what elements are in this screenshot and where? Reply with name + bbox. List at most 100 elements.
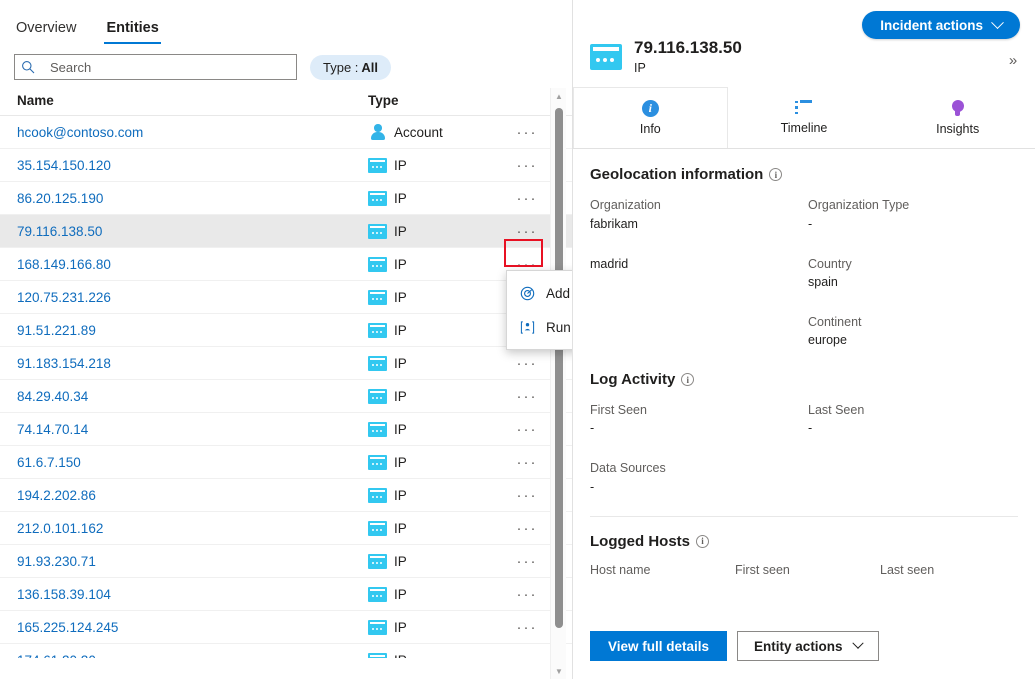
context-menu-item-add-to-ti[interactable]: Add to TI (Preview) [507, 276, 573, 310]
entity-name-link[interactable]: 61.6.7.150 [0, 455, 368, 470]
row-overflow-menu-button[interactable]: ··· [498, 488, 556, 503]
row-overflow-menu-button[interactable]: ··· [498, 455, 556, 470]
row-overflow-menu-button[interactable]: ··· [498, 224, 556, 239]
row-overflow-menu-button[interactable]: ··· [498, 422, 556, 437]
entity-type-label: IP [394, 587, 407, 602]
geolocation-fields: Organization fabrikam Organization Type … [590, 196, 1018, 349]
entity-type-label: IP [394, 224, 407, 239]
field-label: Data Sources [590, 459, 808, 477]
row-overflow-menu-button[interactable]: ··· [498, 389, 556, 404]
table-row[interactable]: 91.93.230.71IP··· [0, 545, 572, 578]
column-header-type[interactable]: Type [368, 93, 498, 108]
type-filter-chip[interactable]: Type : All [310, 55, 391, 80]
entity-name-link[interactable]: 194.2.202.86 [0, 488, 368, 503]
info-tooltip-icon[interactable]: i [681, 373, 694, 386]
field-value: fabrikam [590, 215, 808, 233]
incident-actions-button[interactable]: Incident actions [862, 11, 1020, 39]
row-overflow-menu-button[interactable]: ··· [498, 653, 556, 659]
entity-type-label: Account [394, 125, 443, 140]
entity-name-link[interactable]: 91.183.154.218 [0, 356, 368, 371]
entity-name-link[interactable]: 74.14.70.14 [0, 422, 368, 437]
table-row[interactable]: 61.6.7.150IP··· [0, 446, 572, 479]
field-label: Continent [808, 313, 1018, 331]
entity-name-link[interactable]: 91.93.230.71 [0, 554, 368, 569]
search-box[interactable] [14, 54, 297, 80]
scroll-down-arrow-icon[interactable]: ▼ [551, 663, 567, 679]
entities-list-pane: Overview Entities Type : All Nam [0, 0, 573, 679]
entity-name-link[interactable]: 212.0.101.162 [0, 521, 368, 536]
entity-name-link[interactable]: 136.158.39.104 [0, 587, 368, 602]
table-row[interactable]: 120.75.231.226IP··· [0, 281, 572, 314]
tab-insights[interactable]: Insights [881, 87, 1035, 148]
table-row[interactable]: 79.116.138.50 IP ··· [0, 215, 572, 248]
table-row[interactable]: hcook@contoso.com Account ··· [0, 116, 572, 149]
context-menu-item-run-playbook[interactable]: Run playbook (Preview) [507, 310, 573, 344]
entity-name: 79.116.138.50 [634, 38, 742, 58]
row-overflow-menu-button[interactable]: ··· [498, 554, 556, 569]
row-overflow-menu-button[interactable]: ··· [498, 620, 556, 635]
row-overflow-menu-button[interactable]: ··· [498, 191, 556, 206]
search-input[interactable] [41, 60, 296, 75]
geolocation-title-text: Geolocation information [590, 166, 763, 183]
table-row[interactable]: 84.29.40.34IP··· [0, 380, 572, 413]
column-header-name[interactable]: Name [0, 93, 368, 108]
row-overflow-menu-button[interactable]: ··· [498, 125, 556, 140]
tab-overview[interactable]: Overview [14, 21, 78, 45]
entities-scrollbar[interactable]: ▲ ▼ [550, 88, 566, 679]
ip-icon [368, 389, 387, 404]
ellipsis-icon: ··· [517, 488, 538, 503]
entity-name-link[interactable]: 168.149.166.80 [0, 257, 368, 272]
row-overflow-menu-button[interactable]: ··· [498, 521, 556, 536]
entity-name-link[interactable]: 86.20.125.190 [0, 191, 368, 206]
collapse-panel-icon[interactable]: » [1001, 48, 1025, 72]
table-row[interactable]: 174.61.20.20 IP ··· [0, 644, 572, 658]
row-overflow-menu-button[interactable]: ··· [498, 587, 556, 602]
add-to-ti-icon [519, 285, 536, 302]
table-row[interactable]: 165.225.124.245IP··· [0, 611, 572, 644]
table-row[interactable]: 168.149.166.80IP··· [0, 248, 572, 281]
entity-type-label: IP [394, 158, 407, 173]
field-first-seen: First Seen - [590, 401, 808, 437]
tab-info[interactable]: i Info [573, 87, 728, 148]
info-tooltip-icon[interactable]: i [769, 168, 782, 181]
ellipsis-icon: ··· [517, 356, 538, 371]
incident-actions-label: Incident actions [880, 18, 983, 33]
entity-name-link[interactable]: 165.225.124.245 [0, 620, 368, 635]
entity-type-label: IP [394, 191, 407, 206]
tab-entities[interactable]: Entities [104, 21, 160, 45]
scrollbar-thumb[interactable] [555, 108, 563, 628]
entity-type-cell: IP [368, 224, 498, 239]
run-playbook-icon [519, 319, 536, 336]
entity-type-label: IP [394, 653, 407, 659]
field-data-sources: Data Sources - [590, 459, 808, 495]
table-row[interactable]: 91.183.154.218IP··· [0, 347, 572, 380]
entity-name-link[interactable]: 35.154.150.120 [0, 158, 368, 173]
table-row[interactable]: 194.2.202.86IP··· [0, 479, 572, 512]
row-overflow-menu-button[interactable]: ··· [498, 158, 556, 173]
entity-type-cell: Account [368, 124, 498, 140]
table-row[interactable]: 136.158.39.104 IP ··· [0, 578, 572, 611]
entity-name-link[interactable]: 174.61.20.20 [0, 653, 368, 659]
entity-name-link[interactable]: 79.116.138.50 [0, 224, 368, 239]
entity-name-link[interactable]: 120.75.231.226 [0, 290, 368, 305]
info-tooltip-icon[interactable]: i [696, 535, 709, 548]
entity-actions-button[interactable]: Entity actions [737, 631, 879, 661]
entity-name-link[interactable]: hcook@contoso.com [0, 125, 368, 140]
field-value: - [808, 215, 1018, 233]
table-row[interactable]: 86.20.125.190 IP ··· [0, 182, 572, 215]
field-value: - [808, 419, 1018, 437]
table-row[interactable]: 91.51.221.89IP··· [0, 314, 572, 347]
field-value: - [590, 478, 808, 496]
ip-icon [368, 257, 387, 272]
table-row[interactable]: 35.154.150.120 IP ··· [0, 149, 572, 182]
row-overflow-menu-button[interactable]: ··· [498, 356, 556, 371]
logged-hosts-columns: Host name First seen Last seen [590, 563, 1018, 577]
field-blank [590, 313, 808, 349]
view-full-details-button[interactable]: View full details [590, 631, 727, 661]
scroll-up-arrow-icon[interactable]: ▲ [551, 88, 567, 104]
entity-name-link[interactable]: 84.29.40.34 [0, 389, 368, 404]
entity-name-link[interactable]: 91.51.221.89 [0, 323, 368, 338]
table-row[interactable]: 74.14.70.14IP··· [0, 413, 572, 446]
tab-timeline[interactable]: Timeline [728, 87, 882, 148]
table-row[interactable]: 212.0.101.162IP··· [0, 512, 572, 545]
